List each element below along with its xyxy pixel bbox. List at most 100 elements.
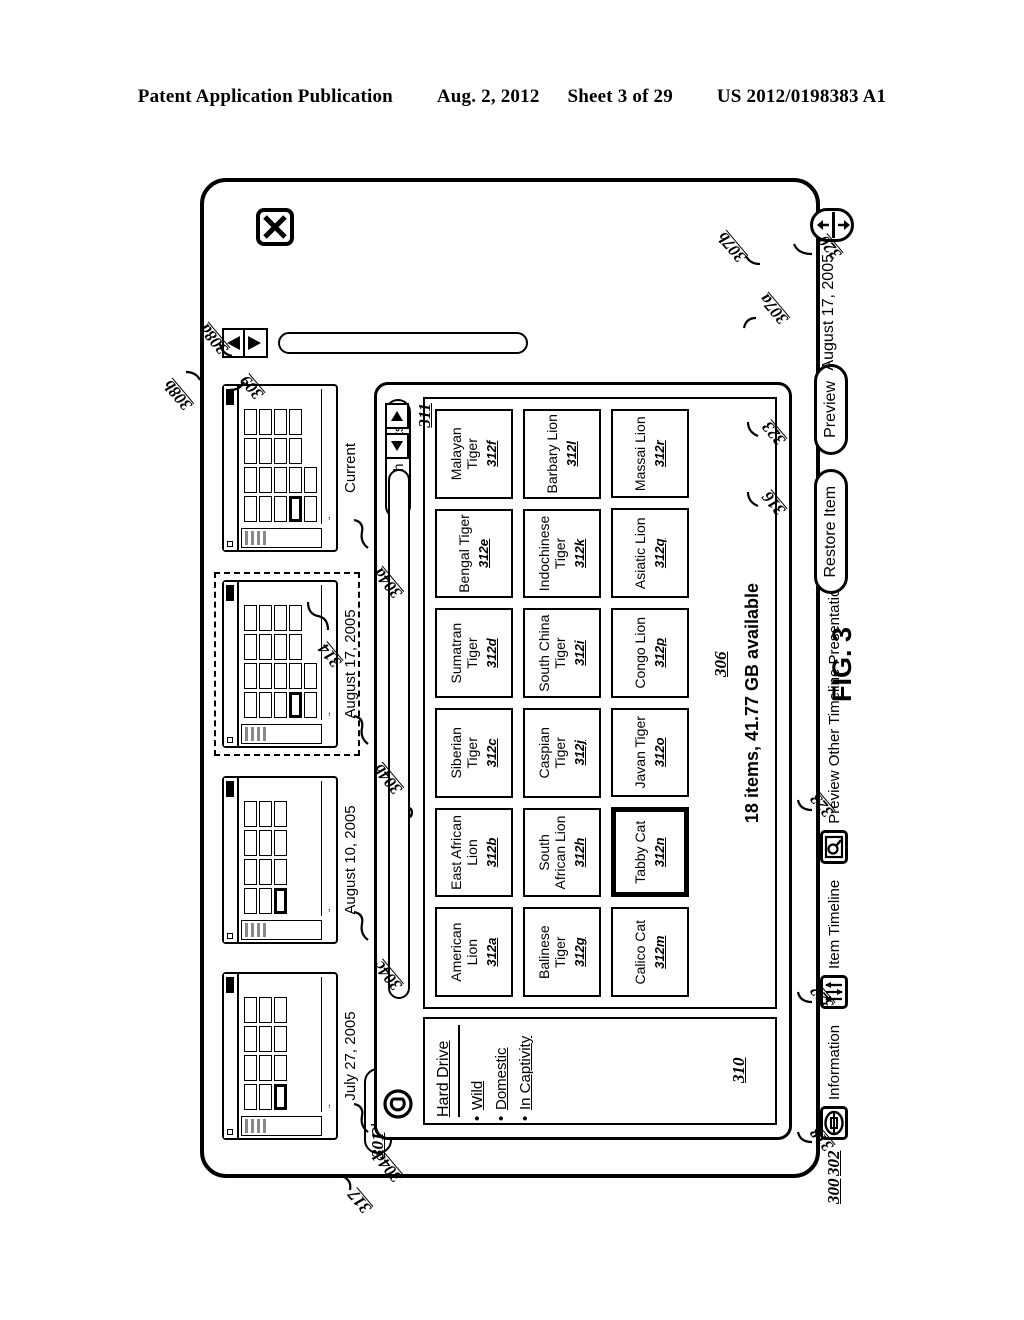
timeline-snapshot-date-304a: Current <box>342 442 359 494</box>
item-ref: 312o <box>652 737 667 768</box>
window-dot-icon <box>227 1129 233 1135</box>
snapshot-selected-item <box>289 496 302 522</box>
item-name: Balinese Tiger <box>536 925 568 980</box>
ref-308b: 308b <box>159 376 196 415</box>
titlebar-block <box>226 389 234 405</box>
content-navigation-arrows[interactable] <box>385 403 409 459</box>
window-dot-icon <box>227 933 233 939</box>
item-name: Javan Tiger <box>632 716 648 789</box>
titlebar-block <box>226 781 234 797</box>
restore-item-button[interactable]: Restore Item <box>814 468 848 595</box>
toolbar-left-group: Information Item Timeline Preview Other … <box>820 528 848 1140</box>
publication-header: Patent Application Publication Aug. 2, 2… <box>0 86 1024 108</box>
item-ref: 312c <box>484 738 499 768</box>
item-name: Siberian Tiger <box>448 727 480 779</box>
grid-item-312e[interactable]: Bengal Tiger 312e <box>435 508 513 599</box>
item-name: South African Lion <box>536 815 568 890</box>
grid-item-312p[interactable]: Congo Lion 312p <box>611 608 689 698</box>
grid-item-312n-selected[interactable]: Tabby Cat 312n <box>611 807 689 898</box>
item-name: Barbary Lion <box>544 414 560 494</box>
publication-date: Aug. 2, 2012 <box>436 86 540 107</box>
grid-item-312d[interactable]: Sumatran Tiger 312d <box>435 608 513 698</box>
timeline-snapshot-304d[interactable]: .. <box>222 972 338 1140</box>
ref-302: 302 <box>824 1150 843 1177</box>
snapshot-selected-item <box>274 888 287 914</box>
grid-item-312j[interactable]: Caspian Tiger 312j <box>523 707 601 798</box>
grid-item-312c[interactable]: Siberian Tiger 312c <box>435 707 513 798</box>
item-name: Sumatran Tiger <box>448 622 480 684</box>
close-x-icon[interactable] <box>256 208 294 246</box>
ref-300: 300 <box>824 1178 843 1205</box>
item-ref: 312e <box>476 539 491 568</box>
item-ref: 312m <box>652 935 667 969</box>
at-sign-icon <box>383 1089 413 1119</box>
grid-item-312o[interactable]: Javan Tiger 312o <box>611 707 689 798</box>
item-ref: 312i <box>572 640 587 666</box>
figure-number: FIG. 3 <box>827 626 857 702</box>
item-timeline-label: Item Timeline <box>825 879 843 969</box>
sidebar-divider <box>458 1025 460 1117</box>
snapshot-item-grid <box>242 977 320 1112</box>
item-ref: 312l <box>564 441 579 467</box>
grid-item-312h[interactable]: South African Lion 312h <box>523 807 601 898</box>
item-name: Congo Lion <box>632 616 648 689</box>
item-ref: 312p <box>652 637 667 668</box>
item-ref: 312r <box>652 440 667 468</box>
grid-item-312q[interactable]: Asiatic Lion 312q <box>611 508 689 599</box>
timeline-scrollbar-track[interactable] <box>278 332 528 354</box>
grid-item-312i[interactable]: South China Tiger 312i <box>523 608 601 698</box>
sheet-number: Sheet 3 of 29 <box>567 86 673 107</box>
timeline-snapshot-date-304c: August 10, 2005 <box>342 805 359 915</box>
snapshot-statusbar: .. <box>321 977 334 1112</box>
backup-browser-window: .. July 27, 2005 .. August 10, 2005 .. A… <box>200 178 854 1178</box>
scroll-down-button[interactable] <box>245 328 268 358</box>
sidebar-heading: Hard Drive <box>435 1040 452 1117</box>
stepper-down-button[interactable] <box>835 211 854 239</box>
snapshot-titlebar <box>224 778 239 942</box>
nav-back-button[interactable] <box>385 433 409 459</box>
grid-item-312l[interactable]: Barbary Lion 312l <box>523 408 601 499</box>
snapshot-item-grid <box>242 781 320 916</box>
grid-item-312a[interactable]: American Lion 312a <box>435 907 513 997</box>
item-name: American Lion <box>448 922 480 982</box>
item-row: Balinese Tiger 312g South African Lion 3… <box>523 408 601 997</box>
item-ref: 312n <box>652 837 667 868</box>
item-name: Bengal Tiger <box>456 514 472 593</box>
figure-3-drawing: .. July 27, 2005 .. August 10, 2005 .. A… <box>159 142 857 1217</box>
information-label: Information <box>825 1024 843 1100</box>
content-search-bar[interactable] <box>388 469 410 999</box>
nav-forward-button[interactable] <box>385 403 409 429</box>
grid-item-312m[interactable]: Calico Cat 312m <box>611 907 689 997</box>
item-name: South China Tiger <box>536 614 568 692</box>
sidebar-item-domestic[interactable]: Domestic <box>493 1025 510 1110</box>
ref-310: 310 <box>729 1057 748 1084</box>
toolbar-date-label: August 17, 2005 <box>820 254 837 371</box>
grid-item-312b[interactable]: East African Lion 312b <box>435 807 513 898</box>
sidebar-item-wild[interactable]: Wild <box>469 1025 486 1110</box>
grid-item-312k[interactable]: Indochinese Tiger 312k <box>523 508 601 599</box>
item-ref: 312q <box>652 538 667 569</box>
finder-window: Searching Folder “Animals” Search cats 3… <box>374 382 792 1140</box>
grid-item-312f[interactable]: Malayan Tiger 312f <box>435 408 513 499</box>
preview-button[interactable]: Preview <box>814 364 848 455</box>
item-name: Indochinese Tiger <box>536 515 568 592</box>
item-ref: 312d <box>484 638 499 668</box>
timeline-snapshot-304c[interactable]: .. <box>222 776 338 944</box>
item-ref: 312j <box>572 740 587 766</box>
preview-other-timeline-label: Preview Other Timeline Presentation <box>825 580 843 824</box>
item-row: Calico Cat 312m Tabby Cat 312n Javan Tig… <box>611 408 689 997</box>
item-ref: 312f <box>484 440 499 467</box>
item-ref: 312k <box>572 539 587 568</box>
ref-306: 306 <box>711 651 730 678</box>
snapshot-item-grid <box>242 389 320 524</box>
timeline-snapshot-date-304d: July 27, 2005 <box>342 1011 359 1101</box>
timeline-snapshot-304a[interactable]: .. <box>222 384 338 552</box>
snapshot-selected-item <box>274 1084 287 1110</box>
sidebar-item-in-captivity[interactable]: In Captivity <box>517 1025 534 1110</box>
item-grid: American Lion 312a East African Lion 312… <box>435 408 689 997</box>
grid-item-312r[interactable]: Massai Lion 312r <box>611 408 689 499</box>
item-ref: 312a <box>484 937 499 967</box>
grid-item-312g[interactable]: Balinese Tiger 312g <box>523 907 601 997</box>
item-ref: 312g <box>572 937 587 967</box>
magnifier-frame-icon[interactable] <box>820 829 848 864</box>
